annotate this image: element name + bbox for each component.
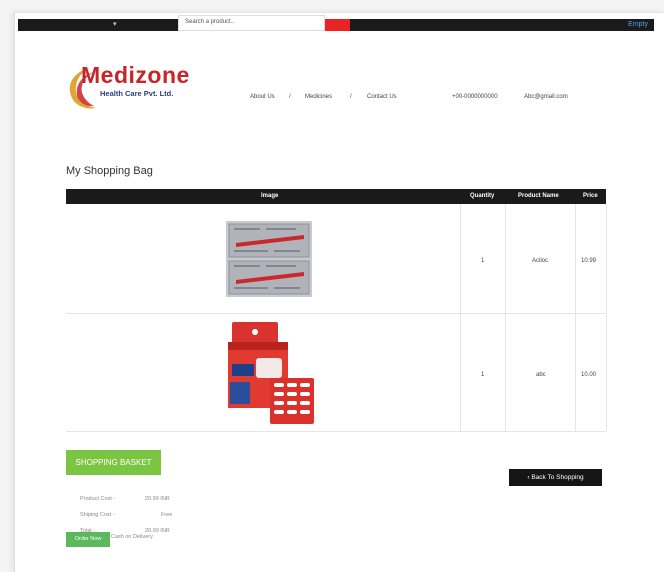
table-header: Image Quantity Product Name Price: [66, 189, 606, 204]
table-row: 1 abc 10.00: [66, 314, 607, 432]
chevron-down-icon[interactable]: ▾: [113, 20, 117, 28]
product-cost-value: 20.99 INR: [145, 496, 170, 502]
product-image-abc: [228, 322, 314, 424]
row-product-name: Aciloc: [532, 258, 549, 264]
email-address: Abc@gmail.com: [524, 94, 568, 100]
page-title: My Shopping Bag: [66, 165, 153, 177]
product-cost-label: Product Cost -: [80, 496, 116, 502]
order-now-button[interactable]: Order Now: [66, 532, 110, 547]
header-image: Image: [261, 193, 279, 199]
payment-method: Cash on Delivery: [111, 534, 153, 540]
nav-separator: /: [350, 94, 352, 100]
cart-table: Image Quantity Product Name Price 1 Acil…: [66, 189, 607, 432]
row-quantity: 1: [481, 258, 485, 264]
row-price: 10.00: [581, 372, 597, 378]
back-to-shopping-button[interactable]: ‹ Back To Shopping: [509, 469, 602, 486]
table-row: 1 Aciloc 10.99: [66, 204, 607, 314]
shipping-cost-label: Shiping Cost -: [80, 512, 115, 518]
header-quantity: Quantity: [470, 193, 495, 199]
chevron-left-icon: ‹: [527, 474, 530, 481]
header-price: Price: [583, 193, 598, 199]
header-product-name: Product Name: [518, 193, 559, 199]
nav-medicines[interactable]: Medicines: [305, 94, 332, 100]
cart-status[interactable]: Empty: [628, 21, 648, 28]
search-input[interactable]: Search a product..: [178, 15, 325, 31]
brand-tagline: Health Care Pvt. Ltd.: [100, 89, 174, 98]
search-button[interactable]: [325, 19, 350, 31]
brand-name: Medizone: [81, 62, 190, 88]
logo[interactable]: Medizone Health Care Pvt. Ltd.: [64, 62, 194, 110]
nav-about[interactable]: About Us: [250, 94, 275, 100]
top-bar: ▾ Search a product.. Empty: [18, 15, 654, 31]
back-to-shopping-label: Back To Shopping: [531, 474, 584, 481]
row-price: 10.99: [581, 258, 597, 264]
phone-number: +00-0000000000: [452, 94, 498, 100]
product-image-aciloc: [226, 221, 312, 297]
row-quantity: 1: [481, 372, 485, 378]
shopping-basket-header: SHOPPING BASKET: [66, 450, 161, 475]
shipping-cost-value: Free: [161, 512, 173, 518]
nav-separator: /: [289, 94, 291, 100]
row-product-name: abc: [536, 372, 546, 378]
nav-contact[interactable]: Contact Us: [367, 94, 397, 100]
